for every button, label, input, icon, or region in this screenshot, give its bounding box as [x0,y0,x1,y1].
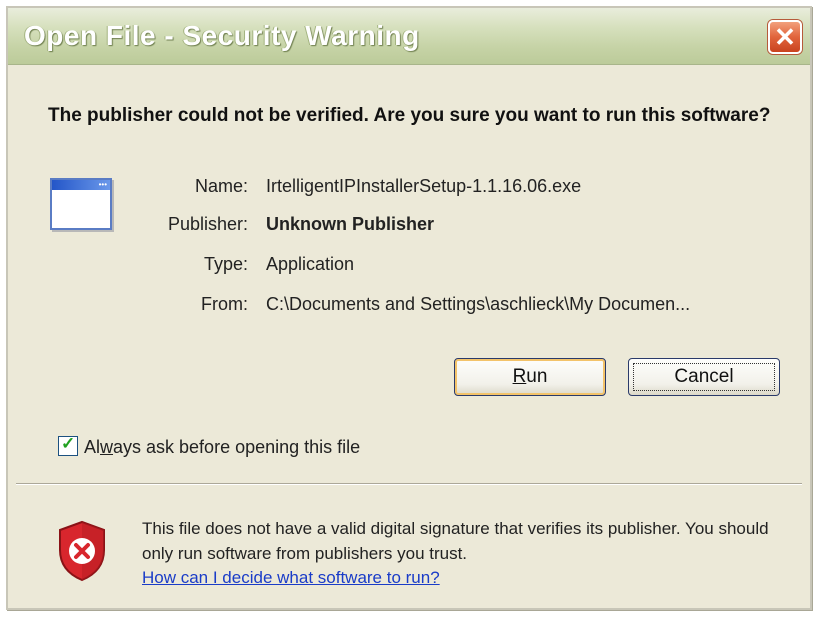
publisher-label: Publisher: [167,214,248,234]
help-link[interactable]: How can I decide what software to run? [142,568,440,588]
security-shield-error-icon [59,520,105,582]
run-button[interactable]: Run [454,358,606,396]
separator [16,483,802,485]
name-label: Name: [194,176,248,196]
run-accelerator: R [512,366,527,387]
name-value: IrtelligentIPInstallerSetup-1.1.16.06.ex… [266,176,582,196]
close-icon: ✕ [774,22,796,52]
signature-warning-text: This file does not have a valid digital … [142,519,769,563]
from-value: C:\Documents and Settings\aschlieck\My D… [266,294,691,314]
title-bar[interactable]: Open File - Security Warning ✕ [8,8,810,65]
checkbox-label-end: ays ask before opening this file [113,437,361,457]
cancel-button[interactable]: Cancel [628,358,780,396]
type-value: Application [266,254,355,274]
type-label: Type: [203,254,248,274]
window-title: Open File - Security Warning [24,20,420,51]
close-button[interactable]: ✕ [768,20,802,54]
checkbox-label-start: Al [84,437,101,457]
publisher-value: Unknown Publisher [266,214,435,234]
warning-headline: The publisher could not be verified. Are… [48,105,771,126]
always-ask-checkbox[interactable]: ✓ [58,434,78,456]
run-label-rest: un [526,366,548,387]
always-ask-checkbox-row[interactable]: ✓ Always ask before opening this file [58,434,361,458]
security-warning-dialog: Open File - Security Warning ✕ The publi… [6,6,812,610]
checkmark-icon: ✓ [61,434,76,453]
checkbox-label-accel: w [100,437,114,457]
from-label: From: [201,294,248,314]
